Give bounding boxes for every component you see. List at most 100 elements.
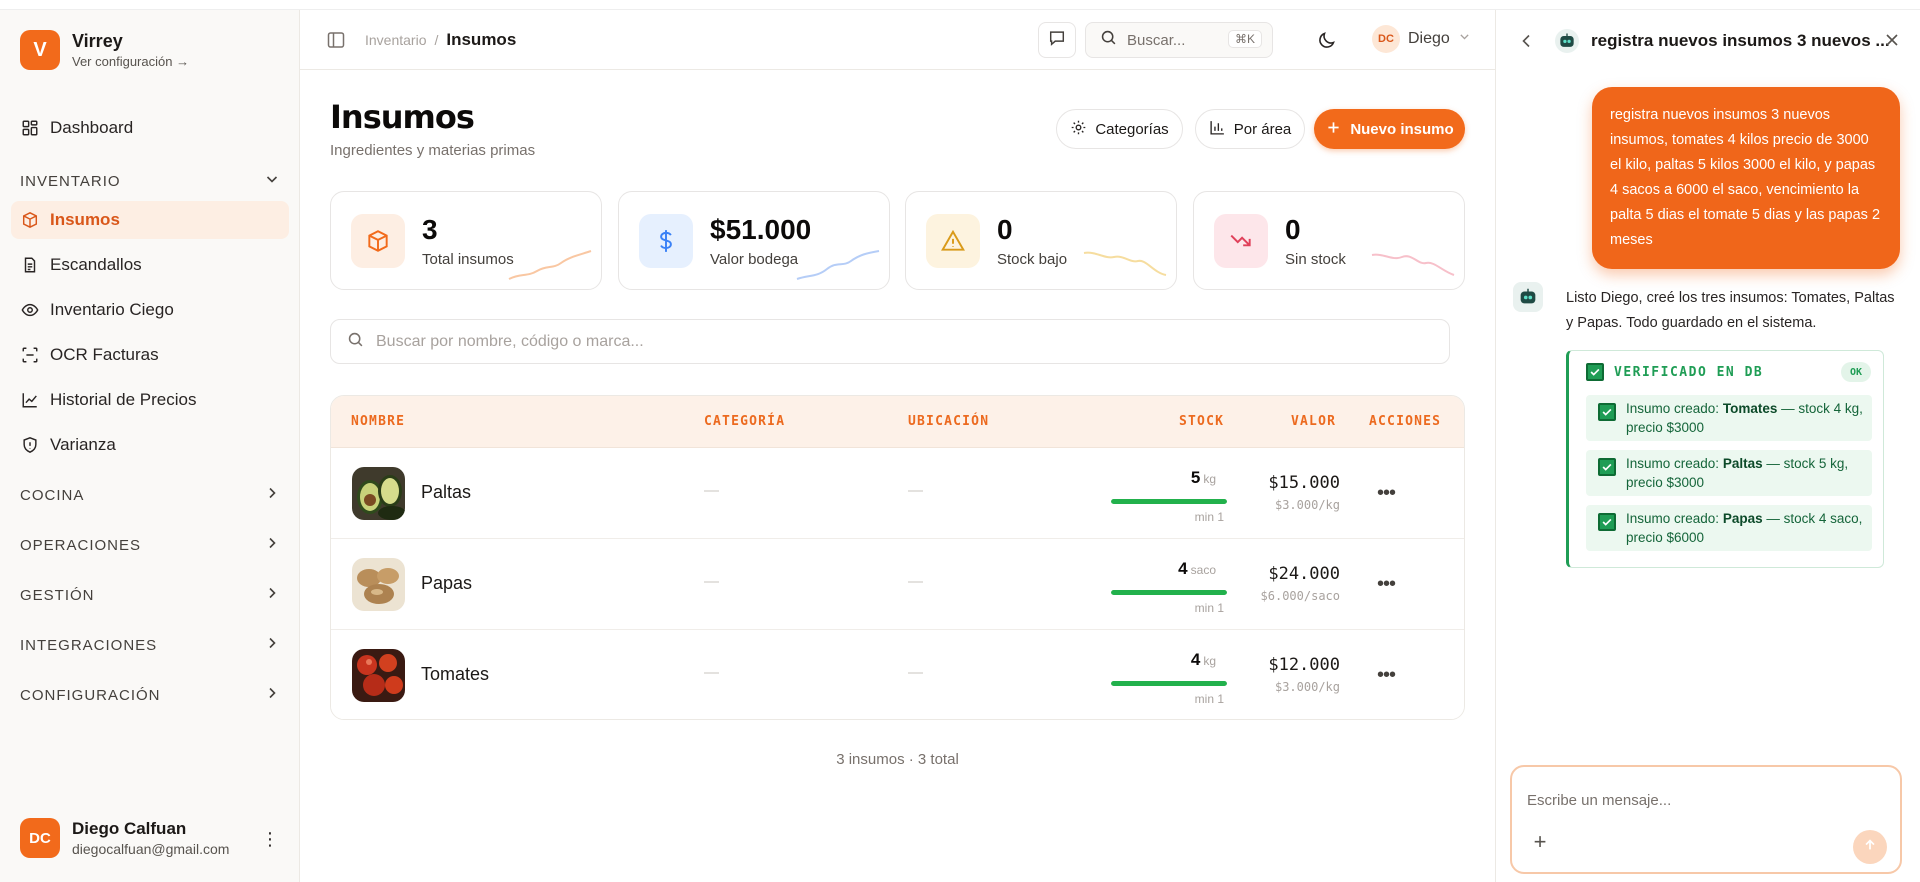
stock-cell: 5 kg xyxy=(1191,468,1216,488)
sidebar-user-card[interactable]: DC Diego Calfuan diegocalfuan@gmail.com … xyxy=(20,818,280,858)
stock-value: 5 xyxy=(1190,468,1201,487)
table-row[interactable]: Papas — — 4 saco min 1 $24.000 $6.000/sac… xyxy=(331,539,1464,630)
sidebar-item-label: Historial de Precios xyxy=(50,390,197,409)
box-icon xyxy=(351,214,405,268)
sidebar-item-insumos[interactable]: Insumos xyxy=(11,201,289,239)
sidebar-section-inventario[interactable]: INVENTARIO xyxy=(20,166,280,196)
sparkline xyxy=(1083,251,1167,276)
table-row[interactable]: Tomates — — 4 kg min 1 $12.000 $3.000/kg … xyxy=(331,630,1464,719)
location-cell: — xyxy=(908,482,923,499)
sidebar-section-operaciones[interactable]: OPERACIONES xyxy=(20,530,280,560)
avatar: DC xyxy=(20,818,60,858)
table-header: NOMBRE CATEGORÍA UBICACIÓN STOCK VALOR A… xyxy=(331,396,1464,448)
arrow-up-icon xyxy=(1863,838,1877,857)
more-horizontal-icon[interactable]: ••• xyxy=(1371,478,1401,508)
chevron-right-icon xyxy=(264,635,280,655)
sidebar-item-ocr-facturas[interactable]: OCR Facturas xyxy=(11,336,289,374)
avocado-thumbnail xyxy=(352,467,405,520)
settings-link[interactable]: Ver configuración → xyxy=(72,54,189,69)
stat-value: 0 xyxy=(997,214,1013,245)
top-header: Inventario / Insumos Buscar... ⌘K DC Die… xyxy=(300,10,1495,70)
breadcrumb-parent[interactable]: Inventario xyxy=(365,32,426,48)
sidebar-section-integraciones[interactable]: INTEGRACIONES xyxy=(20,630,280,660)
stock-level-fill xyxy=(1111,499,1227,504)
nuevo-insumo-button[interactable]: Nuevo insumo xyxy=(1314,109,1465,149)
moon-icon[interactable] xyxy=(1317,30,1337,50)
section-label: GESTIÓN xyxy=(20,586,95,604)
assistant-chat-panel: registra nuevos insumos 3 nuevos ... reg… xyxy=(1495,10,1920,882)
chevron-right-icon xyxy=(264,535,280,555)
user-email: diegocalfuan@gmail.com xyxy=(72,841,230,857)
button-label: Nuevo insumo xyxy=(1350,120,1454,138)
stock-cell: 4 kg xyxy=(1191,650,1216,670)
header-search-input[interactable]: Buscar... ⌘K xyxy=(1085,22,1273,58)
column-header-categoria[interactable]: CATEGORÍA xyxy=(704,414,785,429)
unit-price: $3.000/kg xyxy=(1274,680,1340,694)
send-button[interactable] xyxy=(1853,830,1887,864)
verification-item: Insumo creado: Paltas — stock 5 kg, prec… xyxy=(1586,450,1872,496)
sidebar-item-dashboard[interactable]: Dashboard xyxy=(11,109,289,147)
attach-plus-icon[interactable]: + xyxy=(1530,829,1550,854)
insumo-name[interactable]: Paltas xyxy=(421,482,471,503)
stat-value: $51.000 xyxy=(710,214,812,245)
chevron-right-icon xyxy=(264,585,280,605)
column-header-stock[interactable]: STOCK xyxy=(1179,414,1224,429)
sidebar-item-historial-precios[interactable]: Historial de Precios xyxy=(11,381,289,419)
column-header-nombre[interactable]: NOMBRE xyxy=(351,414,405,429)
stat-card-stock-bajo: 0 Stock bajo xyxy=(905,191,1177,290)
sidebar-item-label: OCR Facturas xyxy=(50,345,159,364)
sidebar-toggle-icon[interactable] xyxy=(326,30,346,50)
por-area-button[interactable]: Por área xyxy=(1195,109,1305,149)
sidebar-item-escandallos[interactable]: Escandallos xyxy=(11,246,289,284)
item-name: Tomates xyxy=(1722,401,1778,416)
sidebar-section-configuracion[interactable]: CONFIGURACIÓN xyxy=(20,680,280,710)
stat-label: Total insumos xyxy=(422,251,514,268)
page-subtitle: Ingredientes y materias primas xyxy=(330,142,536,159)
column-header-valor[interactable]: VALOR xyxy=(1291,414,1336,429)
dashboard-icon xyxy=(20,118,40,138)
section-label: COCINA xyxy=(20,486,85,504)
sidebar-section-cocina[interactable]: COCINA xyxy=(20,480,280,510)
sparkline xyxy=(1371,253,1455,276)
db-verification-card: VERIFICADO EN DB OK Insumo creado: Tomat… xyxy=(1566,350,1884,568)
search-placeholder: Buscar... xyxy=(1127,31,1186,49)
sidebar-item-varianza[interactable]: Varianza xyxy=(11,426,289,464)
search-icon xyxy=(1100,29,1117,51)
stat-value: 0 xyxy=(1285,214,1301,245)
insumo-name[interactable]: Papas xyxy=(421,573,472,594)
page-title: Insumos xyxy=(330,98,475,136)
stat-card-total-insumos: 3 Total insumos xyxy=(330,191,602,290)
more-vertical-icon[interactable]: ⋮ xyxy=(260,828,280,850)
sidebar-section-gestion[interactable]: GESTIÓN xyxy=(20,580,280,610)
shield-icon xyxy=(20,435,40,455)
checkbox-checked-icon xyxy=(1586,363,1604,381)
insumos-search-input[interactable]: Buscar por nombre, código o marca... xyxy=(330,319,1450,364)
more-horizontal-icon[interactable]: ••• xyxy=(1371,569,1401,599)
item-prefix: Insumo creado: xyxy=(1626,511,1720,526)
more-horizontal-icon[interactable]: ••• xyxy=(1371,660,1401,690)
column-header-ubicacion[interactable]: UBICACIÓN xyxy=(908,414,989,429)
insumo-name[interactable]: Tomates xyxy=(421,664,489,685)
stat-label: Valor bodega xyxy=(710,251,799,268)
item-prefix: Insumo creado: xyxy=(1626,401,1720,416)
shortcut-hint: ⌘K xyxy=(1227,30,1262,48)
location-cell: — xyxy=(908,664,923,681)
table-row[interactable]: Paltas — — 5 kg min 1 $15.000 $3.000/kg •… xyxy=(331,448,1464,539)
user-message-bubble: registra nuevos insumos 3 nuevos insumos… xyxy=(1592,87,1900,269)
sidebar-item-label: Dashboard xyxy=(50,118,134,137)
verification-item: Insumo creado: Papas — stock 4 saco, pre… xyxy=(1586,505,1872,551)
stock-cell: 4 saco xyxy=(1178,559,1216,579)
header-user-menu[interactable]: DC Diego xyxy=(1372,25,1471,53)
stat-card-sin-stock: 0 Sin stock xyxy=(1193,191,1465,290)
message-composer[interactable]: Escribe un mensaje... + xyxy=(1510,765,1902,874)
chat-toggle-button[interactable] xyxy=(1038,22,1076,58)
section-label: OPERACIONES xyxy=(20,536,142,554)
chevron-left-icon[interactable] xyxy=(1518,32,1536,50)
breadcrumb-current: Insumos xyxy=(446,30,517,49)
section-label: INVENTARIO xyxy=(20,172,121,190)
categorias-button[interactable]: Categorías xyxy=(1056,109,1183,149)
brand[interactable]: V Virrey Ver configuración → xyxy=(20,30,189,70)
document-icon xyxy=(20,255,40,275)
sidebar-item-inventario-ciego[interactable]: Inventario Ciego xyxy=(11,291,289,329)
close-icon[interactable] xyxy=(1882,30,1902,50)
